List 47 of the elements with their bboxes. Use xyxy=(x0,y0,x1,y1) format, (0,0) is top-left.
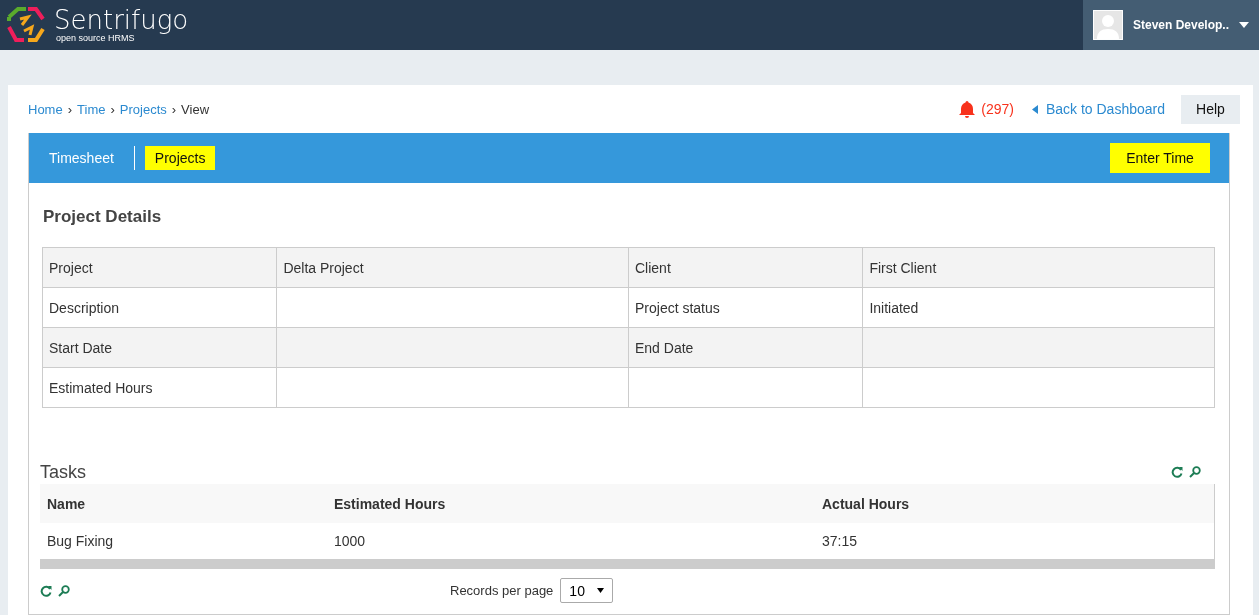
table-cell: End Date xyxy=(628,327,863,368)
breadcrumb-link[interactable]: Projects xyxy=(119,101,167,117)
caret-icon xyxy=(597,588,605,593)
tab[interactable]: Timesheet xyxy=(39,146,124,170)
section-title: Project Details xyxy=(43,207,163,227)
avatar-icon xyxy=(1093,10,1123,40)
notification-count[interactable]: (297) xyxy=(981,101,1014,117)
enter-time-button[interactable]: Enter Time xyxy=(1110,143,1210,173)
refresh-icon[interactable] xyxy=(40,584,52,597)
brand-name: Sentrifugo xyxy=(54,7,189,33)
tab[interactable]: Projects xyxy=(144,146,216,170)
bell-icon[interactable] xyxy=(959,100,976,118)
column-header: Actual Hours xyxy=(822,495,911,512)
table-cell: Initiated xyxy=(862,287,1215,328)
section-title: Tasks xyxy=(40,461,86,483)
user-menu[interactable]: Steven Develop.. xyxy=(1083,0,1259,50)
table-cell: Client xyxy=(628,247,863,288)
search-icon[interactable] xyxy=(58,584,70,597)
breadcrumb-link[interactable]: Time xyxy=(77,101,106,117)
column-header: Estimated Hours xyxy=(334,495,447,512)
table-cell-text: 37:15 xyxy=(822,533,859,549)
search-icon[interactable] xyxy=(1189,466,1201,478)
logo-icon xyxy=(6,7,46,43)
breadcrumb-link[interactable]: Home xyxy=(28,101,63,117)
caret-icon xyxy=(1239,22,1249,28)
table-cell: Project xyxy=(42,247,277,288)
records-per-page-select[interactable]: 10 xyxy=(560,578,614,603)
back-to-dashboard-link[interactable]: Back to Dashboard xyxy=(1031,101,1165,117)
table-cell: First Client xyxy=(862,247,1215,288)
table-cell: Start Date xyxy=(42,327,277,368)
breadcrumb-separator: › xyxy=(110,101,115,117)
breadcrumb-separator: › xyxy=(67,101,73,117)
table-cell: Description xyxy=(42,287,277,328)
breadcrumb-separator: › xyxy=(171,101,177,117)
table-cell: Estimated Hours xyxy=(42,367,277,408)
brand-tagline: open source HRMS xyxy=(55,33,135,43)
table-cell-text: Bug Fixing xyxy=(47,533,115,549)
column-header: Name xyxy=(47,495,87,512)
scrollbar[interactable] xyxy=(40,559,1215,569)
table-cell: Project status xyxy=(628,287,863,328)
refresh-icon[interactable] xyxy=(1171,466,1183,478)
table-cell-text: 1000 xyxy=(334,533,367,549)
breadcrumb-current: View xyxy=(181,101,210,117)
caret-left-icon xyxy=(1031,104,1038,114)
table-cell: Delta Project xyxy=(276,247,629,288)
help-button[interactable]: Help xyxy=(1181,94,1240,124)
records-per-page-label: Records per page xyxy=(450,583,554,598)
